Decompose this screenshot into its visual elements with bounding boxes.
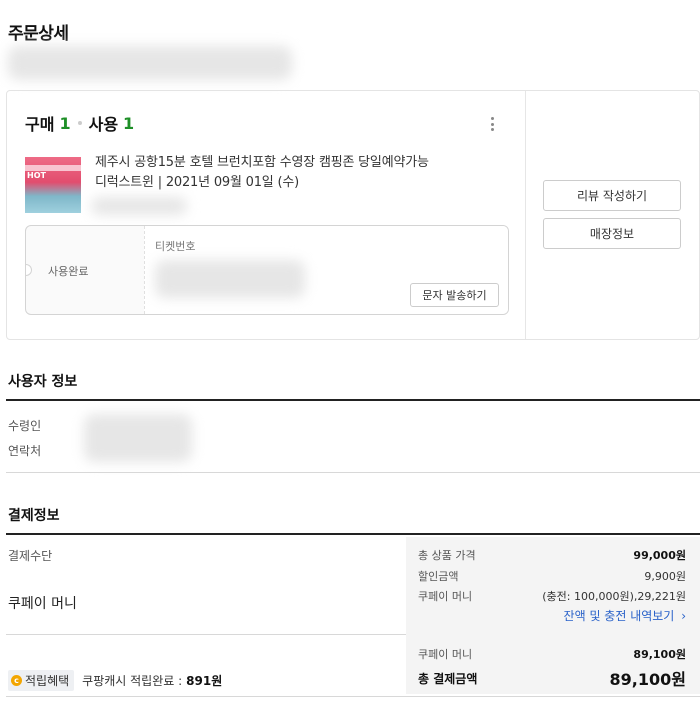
recipient-label: 수령인 (8, 419, 42, 433)
divider (6, 472, 700, 473)
divider (6, 634, 406, 635)
reward-badge: c 적립혜택 (8, 670, 75, 691)
reward-text: 쿠팡캐시 적립완료 : (82, 674, 183, 688)
ticket-card: 사용완료 티켓번호 문자 발송하기 (25, 225, 509, 315)
redacted-ticket-number (155, 260, 305, 298)
product-option: 디럭스트윈 | 2021년 09월 01일 (수) (95, 175, 299, 190)
product-name[interactable]: 제주시 공항15분 호텔 브런치포함 수영장 캠핑존 당일예약가능 (95, 153, 505, 173)
contact-label: 연락처 (8, 444, 42, 458)
ticket-detail: 티켓번호 문자 발송하기 (144, 226, 508, 314)
divider (6, 533, 700, 535)
product-thumbnail[interactable]: HOT (25, 157, 81, 213)
total-product-price-row: 총 상품 가격 99,000원 (418, 549, 686, 562)
total-payment-label: 총 결제금액 (418, 671, 478, 686)
purchase-summary: 구매 1 사용 1 (25, 111, 134, 135)
redacted-price (91, 197, 187, 215)
payment-method-label: 결제수단 (8, 549, 53, 563)
ticket-notch (26, 264, 32, 276)
order-card: 구매 1 사용 1 HOT 제주시 공항15분 호텔 브런치포함 수영장 캠핑존… (6, 90, 700, 340)
use-label: 사용 (88, 115, 119, 134)
divider (6, 696, 700, 697)
store-info-button[interactable]: 매장정보 (543, 218, 681, 249)
reward-amount: 891원 (186, 674, 223, 688)
card-divider (525, 91, 526, 339)
more-options-icon[interactable] (485, 115, 499, 133)
user-info-title: 사용자 정보 (8, 374, 78, 390)
thumbnail-text: HOT (27, 171, 46, 180)
page-title: 주문상세 (8, 24, 69, 44)
coupay-final-row: 쿠페이 머니 89,100원 (418, 648, 686, 661)
payment-method-value: 쿠페이 머니 (8, 596, 77, 612)
send-sms-button[interactable]: 문자 발송하기 (410, 283, 499, 307)
total-payment-value: 89,100원 (609, 670, 686, 689)
divider (6, 399, 700, 401)
ticket-number-label: 티켓번호 (155, 240, 196, 253)
payment-info-title: 결제정보 (8, 508, 60, 524)
buy-label: 구매 (25, 115, 55, 134)
write-review-button[interactable]: 리뷰 작성하기 (543, 180, 681, 211)
reward-info: c 적립혜택 쿠팡캐시 적립완료 : 891원 (8, 670, 222, 691)
redacted-user-info (84, 414, 192, 462)
balance-history-link[interactable]: 잔액 및 충전 내역보기 › (418, 607, 686, 624)
coin-icon: c (11, 675, 22, 686)
discount-row: 할인금액 9,900원 (418, 570, 686, 583)
ticket-status: 사용완료 (48, 265, 89, 278)
coupay-money-row: 쿠페이 머니 (충전: 100,000원),29,221원 (418, 590, 686, 603)
chevron-right-icon: › (681, 609, 686, 623)
buy-count: 1 (59, 113, 71, 133)
use-count: 1 (123, 113, 135, 133)
redacted-order-info (8, 46, 292, 80)
product-info[interactable]: 제주시 공항15분 호텔 브런치포함 수영장 캠핑존 당일예약가능 디럭스트윈 … (95, 153, 505, 193)
total-payment-row: 총 결제금액 89,100원 (418, 666, 686, 690)
separator-dot (77, 121, 82, 125)
